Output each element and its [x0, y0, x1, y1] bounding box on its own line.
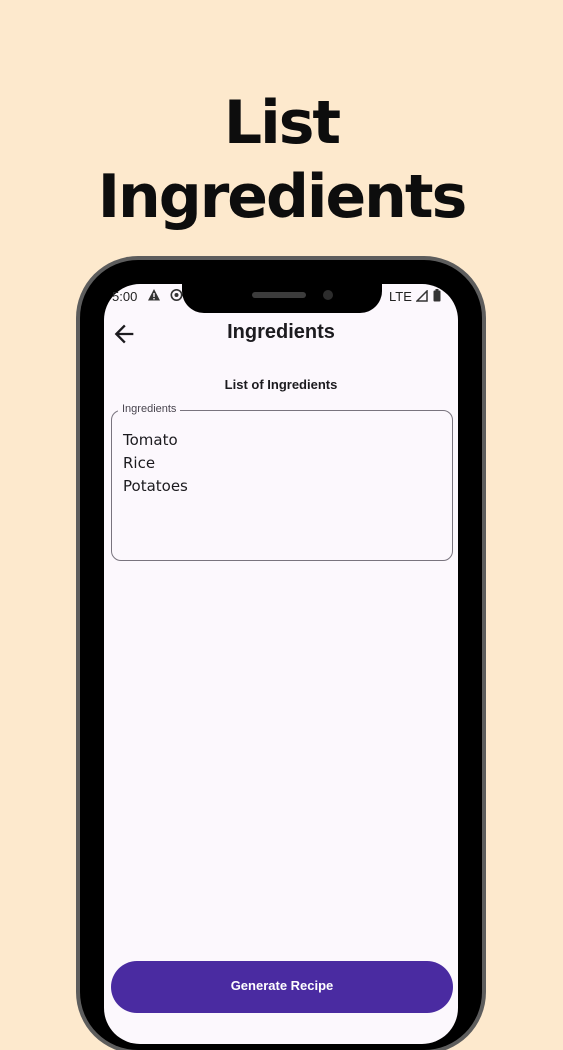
front-camera	[323, 290, 333, 300]
ingredients-field-label: Ingredients	[118, 403, 181, 415]
phone-screen	[104, 284, 458, 1044]
ingredients-field-value[interactable]: Tomato Rice Potatoes	[123, 429, 443, 498]
network-type: LTE	[389, 289, 412, 304]
promo-title: List Ingredients	[0, 86, 563, 234]
app-notification-icon	[170, 289, 183, 301]
promo-title-line1: List	[223, 88, 341, 158]
speaker-grille	[252, 292, 306, 298]
phone-notch	[182, 283, 382, 313]
screen-title: Ingredients	[227, 321, 335, 343]
promo-title-line2: Ingredients	[97, 162, 468, 232]
section-heading: List of Ingredients	[224, 377, 338, 392]
signal-icon	[416, 290, 428, 302]
status-time: 5:00	[112, 289, 138, 304]
battery-icon	[433, 289, 441, 302]
generate-recipe-label: Generate Recipe	[230, 978, 334, 993]
generate-recipe-button[interactable]: Generate Recipe	[111, 961, 453, 1013]
warning-icon	[148, 289, 160, 301]
